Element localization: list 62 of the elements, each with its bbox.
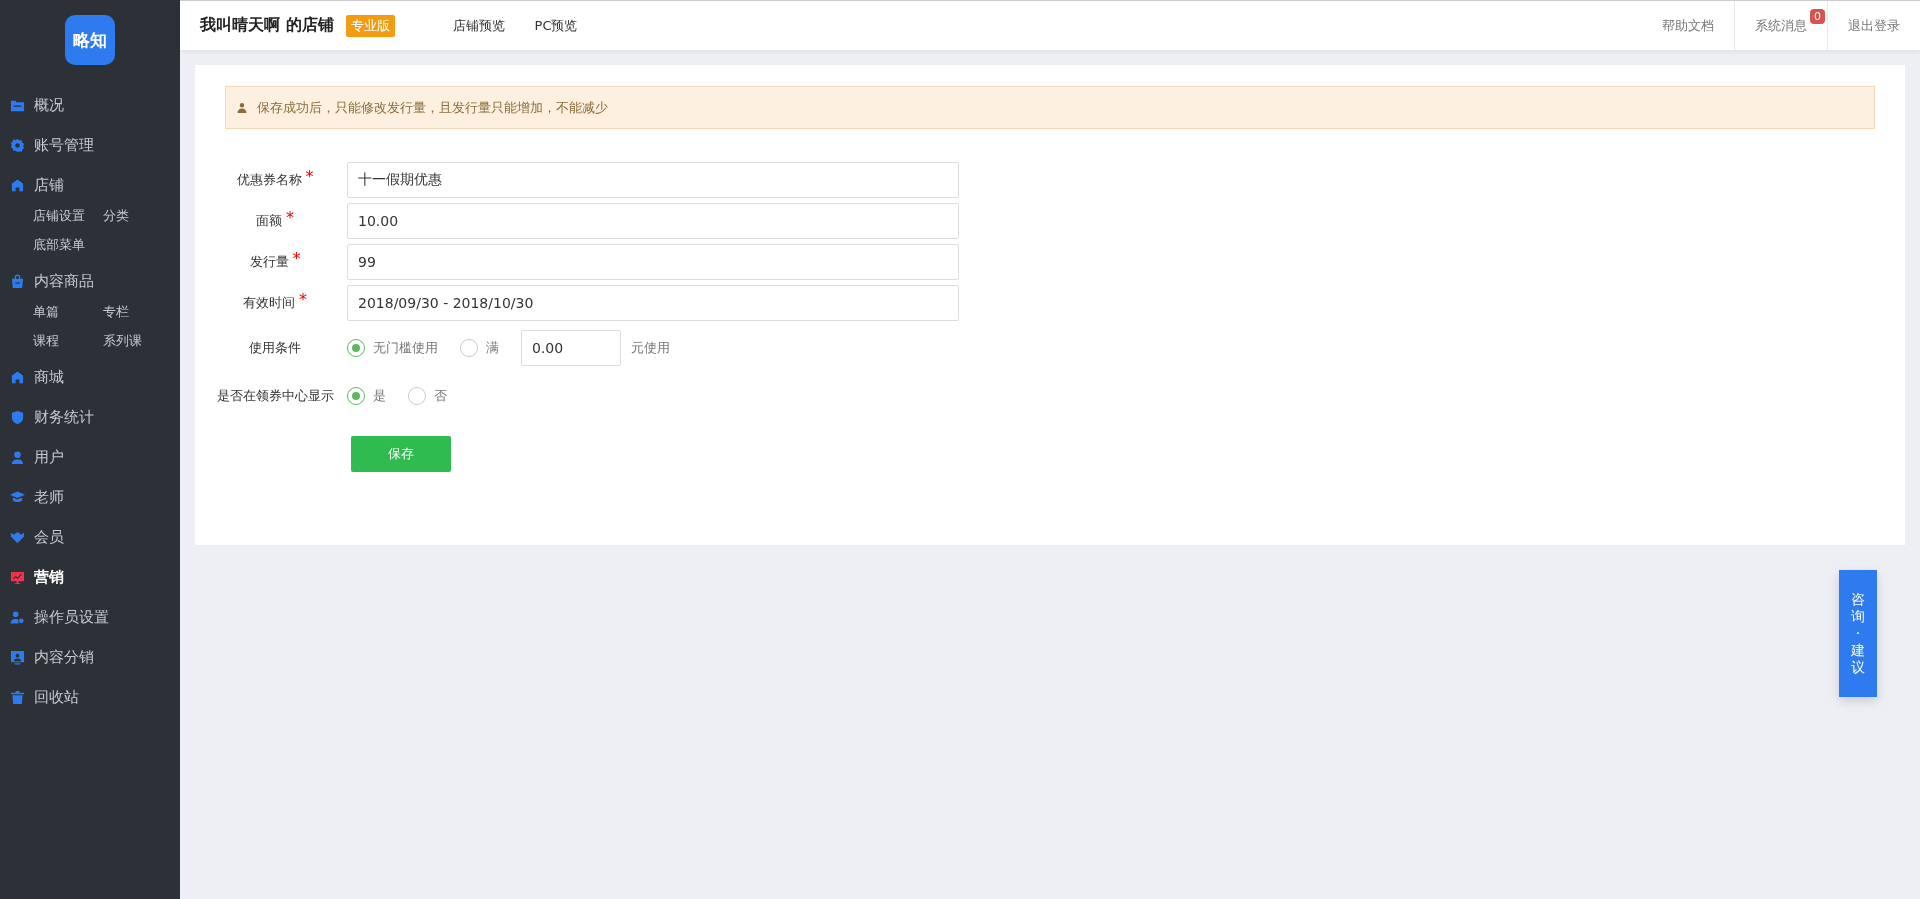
amount-field[interactable]: 0.00 <box>521 330 621 366</box>
option-label: 否 <box>434 387 447 405</box>
trash-icon <box>10 689 25 705</box>
shop-name: 我叫晴天啊 的店铺 <box>200 15 334 36</box>
sidebar-item[interactable]: 账号管理 <box>0 125 180 165</box>
sidebar-item[interactable]: 内容分销 <box>0 637 180 677</box>
edition-badge: 专业版 <box>345 14 395 37</box>
sidebar-subitem[interactable]: 底部菜单 <box>33 230 103 259</box>
graduation-cap-icon <box>10 489 25 505</box>
sidebar-item[interactable]: 用户 <box>0 437 180 477</box>
feedback-button[interactable]: 咨 询 · 建 议 <box>1839 570 1877 697</box>
sidebar-subitem[interactable]: 系列课 <box>103 326 173 355</box>
person-icon <box>10 449 25 465</box>
sidebar-item[interactable]: 操作员设置 <box>0 597 180 637</box>
sidebar-item[interactable]: 财务统计 <box>0 397 180 437</box>
house-icon <box>10 177 25 193</box>
radio-option[interactable]: 无门槛使用 <box>347 339 438 357</box>
option-label: 是 <box>373 387 386 405</box>
sidebar-item[interactable]: 老师 <box>0 477 180 517</box>
badge-icon <box>10 529 25 545</box>
field-label: 使用条件 <box>249 339 301 357</box>
logo: 略知 <box>65 15 115 65</box>
field-label: 有效时间 <box>243 294 295 312</box>
required-mark: * <box>292 253 301 270</box>
field-label: 发行量 <box>249 253 289 271</box>
gear-icon <box>10 137 25 153</box>
shield-icon <box>10 409 25 425</box>
sidebar-subitem[interactable]: 课程 <box>33 326 103 355</box>
input-field[interactable]: 2018/09/30 - 2018/10/30 <box>347 285 959 321</box>
unit-label: 元使用 <box>631 339 670 357</box>
input-field[interactable]: 10.00 <box>347 203 959 239</box>
field-label: 面额 <box>256 212 282 230</box>
input-field[interactable]: 十一假期优惠 <box>347 162 959 198</box>
sidebar-item[interactable]: 商城 <box>0 357 180 397</box>
required-mark: * <box>299 294 307 311</box>
person-icon <box>236 101 248 114</box>
header-link[interactable]: 帮助文档 <box>1662 16 1714 35</box>
input-field[interactable]: 99 <box>347 244 959 280</box>
field-label: 是否在领券中心显示 <box>216 387 334 405</box>
sidebar-item[interactable]: 回收站 <box>0 677 180 717</box>
header-link[interactable]: 退出登录 <box>1848 16 1900 35</box>
required-mark: * <box>286 212 294 229</box>
nav-link[interactable]: 店铺预览 <box>452 16 505 35</box>
option-label: 满 <box>486 339 499 357</box>
radio-option[interactable]: 满 <box>460 339 499 357</box>
sidebar-item[interactable]: 会员 <box>0 517 180 557</box>
header-link[interactable]: 系统消息 <box>1755 16 1807 35</box>
person-gear-icon <box>10 609 25 625</box>
required-mark: * <box>305 171 314 188</box>
sidebar-item[interactable]: 概况 <box>0 85 180 125</box>
field-label: 优惠券名称 <box>236 171 302 189</box>
radio-option[interactable]: 是 <box>347 387 386 405</box>
sidebar-item[interactable]: 营销 <box>0 557 180 597</box>
radio-option[interactable]: 否 <box>408 387 447 405</box>
chart-icon <box>10 569 25 585</box>
option-label: 无门槛使用 <box>373 339 438 357</box>
screen-person-icon <box>10 649 25 665</box>
notice-text: 保存成功后，只能修改发行量，且发行量只能增加，不能减少 <box>257 98 608 117</box>
nav-link[interactable]: PC预览 <box>534 16 578 35</box>
bag-icon <box>10 273 25 289</box>
count-badge: 0 <box>1810 9 1825 24</box>
house-icon <box>10 369 25 385</box>
